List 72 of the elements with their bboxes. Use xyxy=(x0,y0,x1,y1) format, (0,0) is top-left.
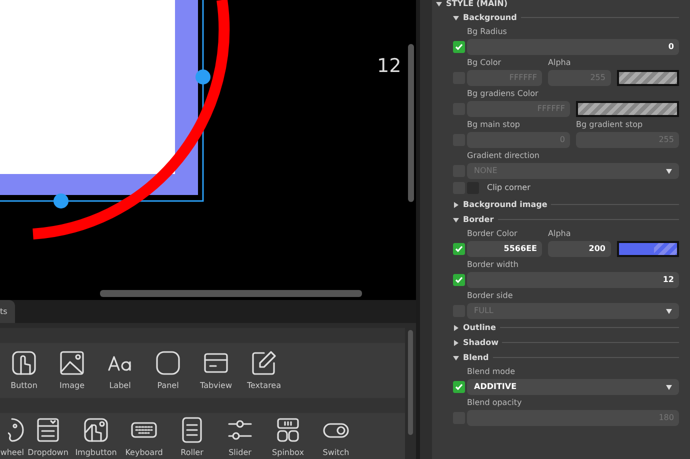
widget-item[interactable]: Keyboard xyxy=(120,416,168,459)
group-header[interactable]: Outline xyxy=(463,322,496,334)
palette-icon xyxy=(8,416,24,444)
scrollbar[interactable] xyxy=(408,330,413,435)
square-icon xyxy=(154,349,182,377)
widget-item[interactable]: Image xyxy=(48,349,96,392)
widget-item[interactable]: Textarea xyxy=(240,349,288,392)
widget-item[interactable]: Panel xyxy=(144,349,192,392)
color-swatch[interactable] xyxy=(616,70,679,86)
group-header[interactable]: Shadow xyxy=(463,336,498,348)
checkbox[interactable] xyxy=(453,243,465,255)
widget-item[interactable]: Roller xyxy=(168,416,216,459)
scrollbar[interactable] xyxy=(100,290,362,297)
field-label: Bg Color xyxy=(467,57,502,69)
panel-tab[interactable]: ts xyxy=(0,300,16,323)
checkbox-label: Clip corner xyxy=(487,182,530,194)
field-label: Gradient direction xyxy=(467,150,540,162)
group-header[interactable]: Background xyxy=(463,12,517,24)
widget-item[interactable]: Spinbox xyxy=(264,416,312,459)
widget-item[interactable]: Switch xyxy=(312,416,360,459)
input-field[interactable]: 12 xyxy=(467,272,679,288)
collapse-icon[interactable] xyxy=(436,0,442,6)
image-icon xyxy=(58,349,86,377)
input-field[interactable]: 200 xyxy=(548,241,610,257)
widget-item[interactable]: Label xyxy=(96,349,144,392)
color-swatch[interactable] xyxy=(616,241,679,257)
field-label: Alpha xyxy=(548,57,572,69)
spinbox-icon xyxy=(274,416,302,444)
ruler-label: 12 xyxy=(377,54,402,79)
field-label: Bg main stop xyxy=(467,119,521,131)
resize-handle[interactable] xyxy=(54,194,68,208)
field-label: Border width xyxy=(467,259,520,271)
field-label: Border Color xyxy=(467,228,518,240)
widget-item[interactable]: Tabview xyxy=(192,349,240,392)
expand-icon[interactable] xyxy=(453,324,459,330)
widget-item[interactable]: Slider xyxy=(216,416,264,459)
field-label: Blend mode xyxy=(467,366,516,378)
arc-widget[interactable] xyxy=(32,0,230,240)
dropdown[interactable]: ADDITIVE xyxy=(467,379,679,395)
group-header[interactable]: Blend xyxy=(463,352,489,364)
caret-icon xyxy=(666,384,672,390)
checkbox[interactable] xyxy=(453,41,465,53)
scrollbar[interactable] xyxy=(408,44,414,202)
resize-handle[interactable] xyxy=(196,70,210,84)
input-field[interactable]: 0 xyxy=(467,39,679,55)
pencil-icon xyxy=(250,349,278,377)
widget-item[interactable]: Imgbutton xyxy=(72,416,120,459)
group-header[interactable]: Border xyxy=(463,214,494,226)
widget-item[interactable]: wheel xyxy=(0,416,24,459)
field-label: Border side xyxy=(467,290,514,302)
widget-item[interactable]: Dropdown xyxy=(24,416,72,459)
collapse-icon[interactable] xyxy=(453,14,459,20)
field-label: Bg gradiens Color xyxy=(467,88,540,100)
hand-icon xyxy=(10,349,38,377)
field-label: Bg gradient stop xyxy=(576,119,644,131)
dropdown-icon xyxy=(34,416,62,444)
collapse-icon[interactable] xyxy=(453,216,459,222)
checkbox[interactable] xyxy=(453,274,465,286)
input-field[interactable]: 5566EE xyxy=(467,241,542,257)
caret-icon xyxy=(666,168,672,174)
checkbox[interactable] xyxy=(453,381,465,393)
collapse-icon[interactable] xyxy=(453,354,459,360)
expand-icon[interactable] xyxy=(453,202,459,208)
field-label: Bg Radius xyxy=(467,26,508,38)
field-label: Alpha xyxy=(548,228,572,240)
expand-icon[interactable] xyxy=(453,340,459,346)
caret-icon xyxy=(666,308,672,314)
widget-item[interactable]: Button xyxy=(0,349,48,392)
group-header[interactable]: Background image xyxy=(463,198,548,210)
field-label: Blend opacity xyxy=(467,397,523,409)
color-swatch[interactable] xyxy=(576,101,679,117)
hand-icon xyxy=(82,416,110,444)
